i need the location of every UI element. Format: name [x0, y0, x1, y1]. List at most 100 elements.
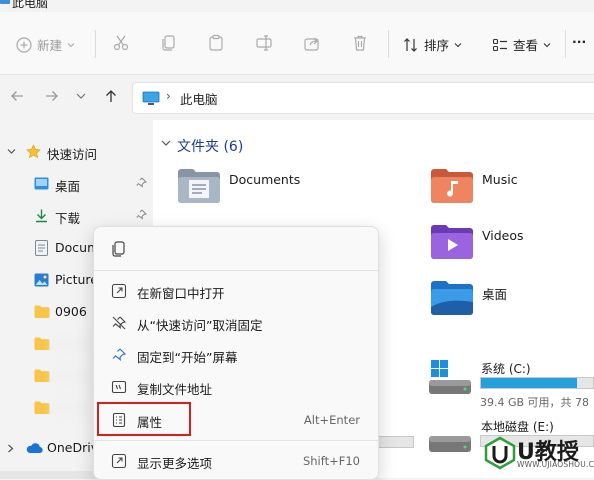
- recent-locations-chevron-icon[interactable]: [76, 92, 86, 100]
- delete-button[interactable]: [351, 34, 369, 52]
- sidebar-label: 0906: [55, 304, 87, 319]
- folder-icon: [34, 401, 50, 414]
- new-button[interactable]: 新建: [16, 35, 75, 54]
- window-title: 此电脑: [12, 0, 49, 10]
- drive-usage-bar: [480, 377, 594, 389]
- download-arrow-icon: [36, 209, 47, 223]
- properties-icon: [112, 412, 126, 428]
- pictures-icon: [34, 273, 49, 287]
- sidebar-label: 下载: [55, 211, 81, 226]
- folder-name: Videos: [482, 228, 524, 243]
- up-arrow-icon[interactable]: [104, 89, 118, 103]
- menu-item-show-more-options[interactable]: 显示更多选项 Shift+F10: [100, 446, 372, 476]
- chevron-down-icon: [7, 149, 16, 154]
- share-button[interactable]: [303, 34, 321, 52]
- drive-free-space: 39.4 GB 可用，共 78: [480, 396, 590, 409]
- cut-button[interactable]: [112, 34, 130, 52]
- menu-item-label: 复制文件地址: [137, 382, 213, 397]
- clipboard-icon: [209, 34, 223, 51]
- breadcrumb-this-pc[interactable]: 此电脑: [180, 89, 218, 108]
- folder-icon: [34, 337, 50, 350]
- watermark-logo: U教授 WWW.UJIAOSHOU.COM: [481, 432, 594, 478]
- sidebar-label: Picture: [55, 272, 98, 287]
- onedrive-cloud-icon: [26, 443, 43, 454]
- chevron-down-icon[interactable]: [161, 139, 171, 147]
- copy-path-icon: [111, 380, 127, 394]
- folder-icon: [34, 305, 50, 318]
- rename-icon: [256, 35, 272, 51]
- system-drive-icon: [429, 360, 471, 394]
- open-new-window-icon: [111, 283, 127, 299]
- view-list-icon: [492, 38, 507, 51]
- new-button-label: 新建: [37, 38, 63, 53]
- menu-item-shortcut: Alt+Enter: [303, 413, 360, 427]
- music-folder-icon: [431, 169, 473, 203]
- trash-icon: [354, 35, 366, 51]
- menu-item-label: 属性: [137, 415, 163, 430]
- sort-button[interactable]: 排序: [403, 35, 462, 54]
- forward-arrow-icon[interactable]: [45, 89, 59, 103]
- sidebar-item-desktop[interactable]: 桌面: [0, 169, 153, 199]
- drive-usage-bar-partial: [378, 436, 414, 448]
- more-options-button[interactable]: ···: [572, 34, 586, 49]
- menu-item-label: 从“快速访问”取消固定: [137, 318, 263, 333]
- copy-icon: [162, 35, 175, 51]
- toolbar-divider: [95, 30, 96, 58]
- menu-item-shortcut: Shift+F10: [302, 454, 360, 468]
- videos-folder-icon: [431, 225, 473, 259]
- chevron-right-icon: [8, 444, 14, 453]
- document-icon: [35, 240, 48, 256]
- command-bar: 新建 排序 查看 ···: [0, 12, 594, 75]
- sort-icon: [404, 37, 417, 52]
- breadcrumb-chevron: ›: [166, 89, 171, 103]
- view-button[interactable]: 查看: [492, 35, 551, 54]
- show-more-icon: [111, 453, 127, 469]
- copy-button[interactable]: [160, 34, 178, 52]
- folder-name: 桌面: [482, 287, 508, 302]
- rename-button[interactable]: [255, 34, 273, 52]
- copy-icon[interactable]: [111, 241, 126, 258]
- menu-item-copy-path[interactable]: 复制文件地址: [100, 372, 372, 402]
- title-bar: 此电脑: [0, 0, 594, 12]
- plus-circle-icon: [16, 36, 32, 53]
- folder-name: Documents: [229, 172, 301, 187]
- chevron-down-icon: [454, 42, 462, 47]
- address-bar[interactable]: › 此电脑: [132, 82, 594, 114]
- folder-tile-desktop[interactable]: 桌面: [430, 280, 507, 316]
- context-menu: 在新窗口中打开 从“快速访问”取消固定 固定到“开始”屏幕 复制文件地址 属性 …: [93, 226, 379, 480]
- desktop-icon: [34, 177, 49, 190]
- menu-item-properties[interactable]: 属性 Alt+Enter: [97, 402, 372, 436]
- folder-tile-videos[interactable]: Videos: [430, 224, 524, 260]
- drive-usage-fill: [481, 378, 578, 388]
- menu-item-label: 显示更多选项: [137, 456, 213, 471]
- sidebar-label: 桌面: [55, 179, 81, 194]
- menu-item-label: 固定到“开始”屏幕: [137, 350, 238, 365]
- unpin-icon: [112, 316, 127, 330]
- menu-divider: [94, 440, 378, 441]
- desktop-folder-icon: [431, 281, 473, 315]
- redacted-text: [52, 338, 92, 352]
- sidebar-item-quick-access[interactable]: 快速访问: [0, 137, 153, 167]
- pin-icon: [136, 209, 147, 220]
- view-button-label: 查看: [513, 38, 539, 53]
- menu-item-label: 在新窗口中打开: [137, 286, 225, 301]
- watermark-url: WWW.UJIAOSHOU.COM: [517, 460, 594, 469]
- chevron-down-icon: [67, 42, 75, 47]
- pin-icon: [136, 177, 147, 188]
- folders-group-header[interactable]: 文件夹 (6): [177, 136, 243, 156]
- address-bar-row: › 此电脑: [0, 75, 594, 119]
- back-arrow-icon[interactable]: [10, 89, 24, 103]
- pin-icon: [112, 348, 127, 361]
- local-drive-icon: [429, 436, 471, 452]
- folder-tile-documents[interactable]: Documents: [177, 168, 300, 204]
- sidebar-label: OneDriv: [47, 440, 99, 455]
- paste-button[interactable]: [207, 34, 225, 52]
- redacted-text: [52, 402, 92, 416]
- menu-item-open-in-new-window[interactable]: 在新窗口中打开: [100, 276, 372, 306]
- menu-item-pin-to-start[interactable]: 固定到“开始”屏幕: [100, 340, 372, 370]
- this-pc-icon: [142, 91, 160, 105]
- scissors-icon: [113, 35, 129, 51]
- folder-tile-music[interactable]: Music: [430, 168, 518, 204]
- brand-logo-icon: [484, 436, 516, 470]
- menu-item-unpin-quick-access[interactable]: 从“快速访问”取消固定: [100, 308, 372, 338]
